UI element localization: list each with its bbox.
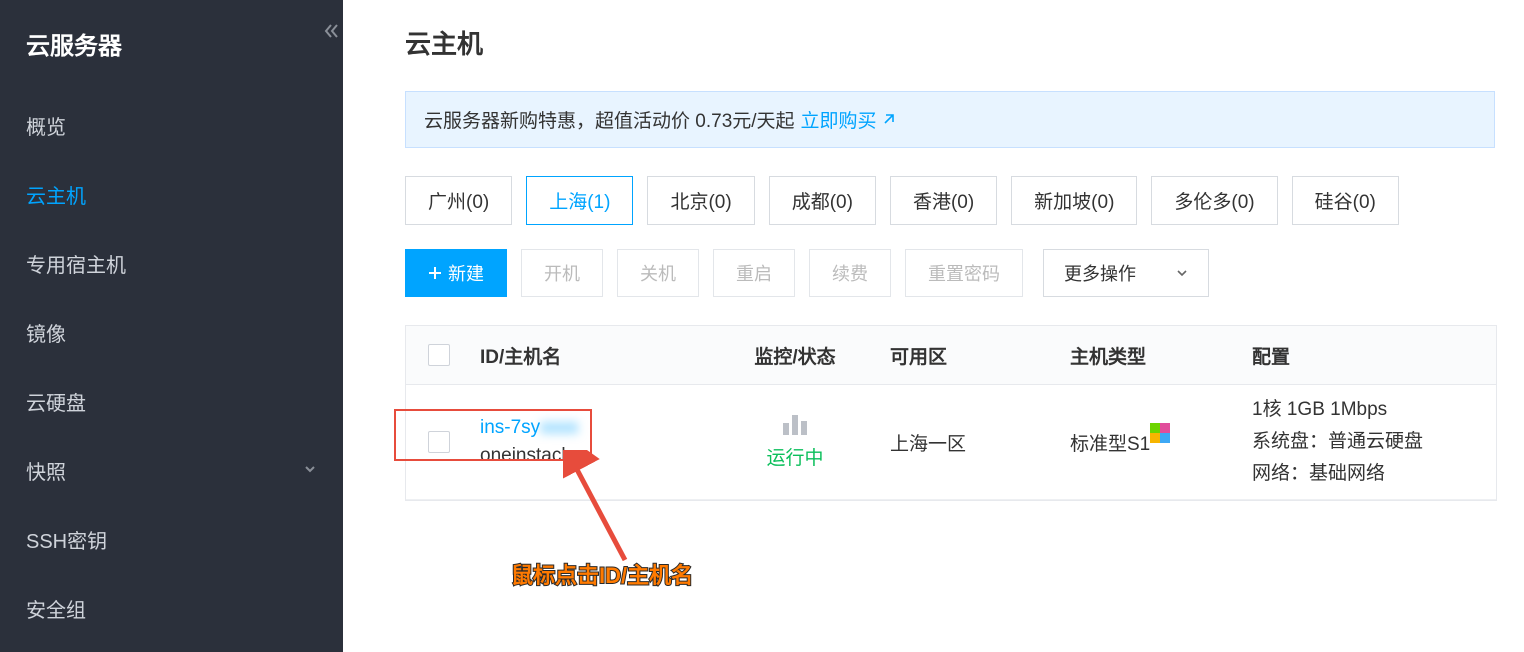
sidebar-item-overview[interactable]: 概览 bbox=[0, 91, 343, 160]
chevron-left-double-icon bbox=[324, 23, 340, 39]
renew-button[interactable]: 续费 bbox=[809, 249, 891, 297]
region-tabs: 广州(0) 上海(1) 北京(0) 成都(0) 香港(0) 新加坡(0) 多伦多… bbox=[405, 176, 1524, 225]
new-button[interactable]: 新建 bbox=[405, 249, 507, 297]
sidebar-item-ssh-key[interactable]: SSH密钥 bbox=[0, 505, 343, 574]
instance-id-link[interactable]: ins-7syxxxx bbox=[480, 417, 700, 439]
region-tab-chengdu[interactable]: 成都(0) bbox=[769, 176, 876, 225]
th-config: 配置 bbox=[1244, 342, 1496, 369]
region-tab-shanghai[interactable]: 上海(1) bbox=[526, 176, 633, 225]
table-header: ID/主机名 监控/状态 可用区 主机类型 配置 bbox=[406, 326, 1496, 385]
annotation-text: 鼠标点击ID/主机名 bbox=[511, 558, 693, 590]
th-type: 主机类型 bbox=[1062, 342, 1244, 369]
sidebar-item-security-group[interactable]: 安全组 bbox=[0, 574, 343, 643]
promo-banner: 云服务器新购特惠，超值活动价 0.73元/天起 立即购买 bbox=[405, 91, 1495, 148]
more-actions-dropdown[interactable]: 更多操作 bbox=[1043, 249, 1209, 297]
cell-zone: 上海一区 bbox=[882, 429, 1062, 456]
main: 云主机 云服务器新购特惠，超值活动价 0.73元/天起 立即购买 广州(0) 上… bbox=[343, 0, 1524, 652]
instance-name: oneinstack bbox=[480, 445, 700, 467]
sidebar-item-cvm[interactable]: 云主机 bbox=[0, 160, 343, 229]
region-tab-siliconvalley[interactable]: 硅谷(0) bbox=[1292, 176, 1399, 225]
restart-button[interactable]: 重启 bbox=[713, 249, 795, 297]
th-monitor: 监控/状态 bbox=[708, 342, 882, 369]
region-tab-hongkong[interactable]: 香港(0) bbox=[890, 176, 997, 225]
toolbar: 新建 开机 关机 重启 续费 重置密码 更多操作 bbox=[405, 249, 1524, 297]
table-row: ins-7syxxxx oneinstack 运行中 上海一区 标准型S1 bbox=[406, 385, 1496, 500]
monitor-chart-icon[interactable] bbox=[783, 415, 807, 435]
promo-link[interactable]: 立即购买 bbox=[801, 106, 895, 133]
reset-password-button[interactable]: 重置密码 bbox=[905, 249, 1023, 297]
region-tab-singapore[interactable]: 新加坡(0) bbox=[1011, 176, 1137, 225]
sidebar-item-image[interactable]: 镜像 bbox=[0, 298, 343, 367]
row-checkbox[interactable] bbox=[428, 431, 450, 453]
instances-table: ID/主机名 监控/状态 可用区 主机类型 配置 ins-7syxxxx one… bbox=[405, 325, 1497, 501]
sidebar: 云服务器 概览 云主机 专用宿主机 镜像 云硬盘 快照 SSH密钥 安全组 bbox=[0, 0, 343, 652]
chevron-down-icon bbox=[303, 459, 317, 482]
stop-button[interactable]: 关机 bbox=[617, 249, 699, 297]
region-tab-toronto[interactable]: 多伦多(0) bbox=[1151, 176, 1277, 225]
chevron-down-icon bbox=[1176, 267, 1188, 279]
cell-config: 1核 1GB 1Mbps 系统盘：普通云硬盘 网络：基础网络 bbox=[1244, 394, 1496, 491]
cell-type: 标准型S1 bbox=[1062, 429, 1244, 456]
sidebar-item-snapshot[interactable]: 快照 bbox=[0, 436, 343, 505]
region-tab-guangzhou[interactable]: 广州(0) bbox=[405, 176, 512, 225]
sidebar-item-cbs[interactable]: 云硬盘 bbox=[0, 367, 343, 436]
plus-icon bbox=[428, 266, 442, 280]
type-colored-icon bbox=[1160, 433, 1182, 455]
sidebar-title: 云服务器 bbox=[0, 22, 343, 91]
promo-text: 云服务器新购特惠，超值活动价 0.73元/天起 bbox=[424, 106, 795, 133]
page-title: 云主机 bbox=[405, 24, 1524, 61]
th-id: ID/主机名 bbox=[472, 342, 708, 369]
th-zone: 可用区 bbox=[882, 342, 1062, 369]
start-button[interactable]: 开机 bbox=[521, 249, 603, 297]
status-badge: 运行中 bbox=[766, 443, 823, 470]
select-all-checkbox[interactable] bbox=[428, 344, 450, 366]
external-link-icon bbox=[881, 113, 895, 127]
sidebar-item-dedicated-host[interactable]: 专用宿主机 bbox=[0, 229, 343, 298]
region-tab-beijing[interactable]: 北京(0) bbox=[647, 176, 754, 225]
